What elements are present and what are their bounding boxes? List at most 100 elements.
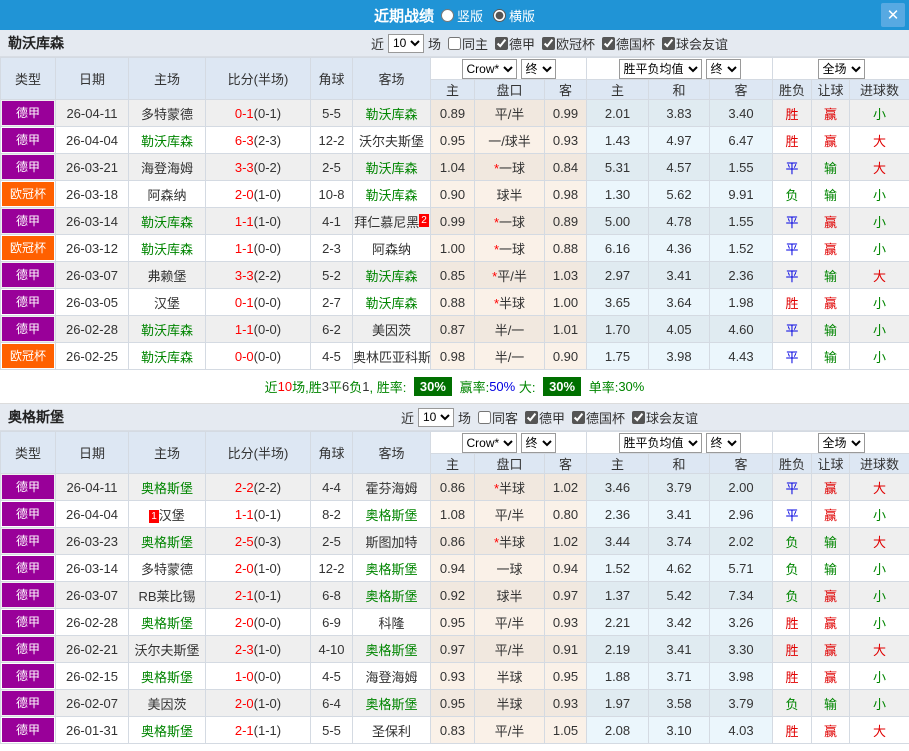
corner-count: 2-5 [311,528,353,555]
filter-option[interactable]: 球会友谊 [662,34,728,53]
avg-home: 2.08 [587,717,649,744]
filter-checkbox[interactable] [525,411,538,424]
corner-count: 6-4 [311,690,353,717]
filter-option[interactable]: 德甲 [495,34,535,53]
subcol-avg-home: 主 [587,80,649,100]
summary-segment: , 胜率: [369,377,409,396]
layout-radio[interactable] [493,9,506,22]
odds-home: 0.89 [431,100,475,127]
filter-checkbox[interactable] [448,37,461,50]
home-team-name: 勒沃库森 [141,350,193,365]
result-goals: 小 [850,235,909,262]
match-date: 26-03-23 [56,528,129,555]
filter-option[interactable]: 德甲 [525,408,565,427]
home-team-cell: 勒沃库森 [129,343,206,370]
subcol-goals-result: 进球数 [850,80,909,100]
away-team-cell: 奥格斯堡 [353,555,431,582]
league-type-cell: 德甲 [1,127,56,154]
result-handicap: 赢 [812,663,850,690]
filter-option[interactable]: 德国杯 [572,408,625,427]
odds-group-header: Crow*终 [431,58,587,80]
avg-draw: 4.97 [649,127,710,154]
filter-option[interactable]: 同客 [478,408,518,427]
league-badge: 欧冠杯 [2,236,54,260]
away-team-cell: 勒沃库森 [353,289,431,316]
layout-radio[interactable] [441,9,454,22]
filter-checkbox[interactable] [632,411,645,424]
avg-stage-select[interactable]: 终 [706,433,741,453]
home-team-cell: 弗赖堡 [129,262,206,289]
filter-option[interactable]: 球会友谊 [632,408,698,427]
away-team-name: 美因茨 [372,323,411,338]
close-button[interactable]: ✕ [881,3,905,27]
fulltime-score: 1-1 [235,322,254,337]
subcol-handicap-result: 让球 [812,454,850,474]
summary-segment: 近 [265,377,278,396]
avg-type-select[interactable]: 胜平负均值 [619,433,702,453]
corner-count: 8-2 [311,501,353,528]
match-date: 26-03-12 [56,235,129,262]
filter-label: 欧冠杯 [556,34,595,53]
filter-checkbox[interactable] [495,37,508,50]
filter-checkbox[interactable] [602,37,615,50]
corner-count: 2-5 [311,154,353,181]
odds-away: 1.02 [545,528,587,555]
halftime-score: (1-1) [254,723,281,738]
away-team-cell: 奥格斯堡 [353,690,431,717]
league-type-cell: 欧冠杯 [1,235,56,262]
odds-away: 0.90 [545,343,587,370]
home-team-cell: 勒沃库森 [129,316,206,343]
avg-home: 2.97 [587,262,649,289]
filter-checkbox[interactable] [572,411,585,424]
odds-stage-select[interactable]: 终 [521,433,556,453]
col-header-away: 客场 [353,432,431,474]
filter-checkboxes: 同主 德甲 欧冠杯 德国杯 球会 [441,34,728,53]
filter-option[interactable]: 德国杯 [602,34,655,53]
odds-home: 0.95 [431,690,475,717]
home-team-name: 弗赖堡 [147,269,186,284]
handicap-cell: 球半 [475,582,545,609]
avg-type-select[interactable]: 胜平负均值 [619,59,702,79]
period-select[interactable]: 全场 [818,433,865,453]
handicap-text: 平/半 [497,269,527,284]
match-count-select[interactable]: 10 [388,34,424,53]
layout-option[interactable]: 横版 [493,6,535,25]
bookmaker-select[interactable]: Crow* [462,59,517,79]
handicap-text: 平/半 [495,643,525,658]
bookmaker-select[interactable]: Crow* [462,433,517,453]
col-header-date: 日期 [56,58,129,100]
halftime-score: (0-0) [254,615,281,630]
result-goals: 大 [850,636,909,663]
near-label: 近 [401,408,414,427]
summary-segment: 赢率: [456,377,489,396]
odds-stage-select[interactable]: 终 [521,59,556,79]
avg-stage-select[interactable]: 终 [706,59,741,79]
layout-options: 竖版 横版 [441,6,535,25]
away-team-name: 勒沃库森 [365,107,417,122]
handicap-text: 球半 [496,589,522,604]
avg-home: 1.97 [587,690,649,717]
home-team-cell: 多特蒙德 [129,100,206,127]
away-team-name: 奥格斯堡 [365,643,417,658]
fulltime-score: 0-1 [235,106,254,121]
filter-checkbox[interactable] [542,37,555,50]
avg-away: 4.03 [710,717,773,744]
halftime-score: (0-0) [254,322,281,337]
filter-option[interactable]: 同主 [448,34,488,53]
match-count-select[interactable]: 10 [418,408,454,427]
avg-home: 3.46 [587,474,649,501]
filter-checkbox[interactable] [662,37,675,50]
away-team-cell: 美因茨 [353,316,431,343]
layout-option[interactable]: 竖版 [441,6,483,25]
filter-option[interactable]: 欧冠杯 [542,34,595,53]
period-select[interactable]: 全场 [818,59,865,79]
away-team-cell: 勒沃库森 [353,262,431,289]
score-cell: 1-1(1-0) [206,208,311,235]
filter-checkbox[interactable] [478,411,491,424]
match-date: 26-03-14 [56,208,129,235]
handicap-cell: 平/半 [475,636,545,663]
handicap-cell: 一/球半 [475,127,545,154]
summary-segment: 30% [543,377,581,396]
result-goals: 小 [850,555,909,582]
col-header-score: 比分(半场) [206,432,311,474]
